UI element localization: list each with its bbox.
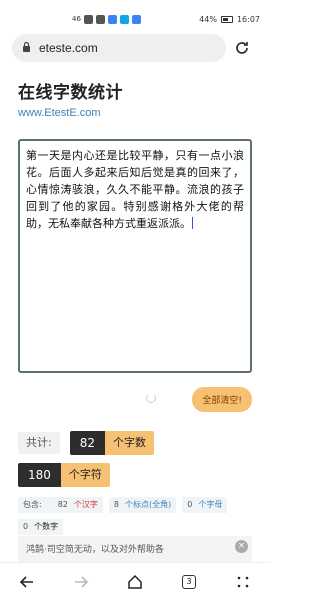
loading-spinner-icon <box>146 393 156 403</box>
letter-count: 0 <box>187 500 193 509</box>
punct-label: 个标点(全角) <box>124 500 172 509</box>
app-notification-icon-3 <box>131 14 141 24</box>
site-link[interactable]: www.EtestE.com <box>18 107 252 119</box>
status-right: 44% 16:07 <box>199 15 260 24</box>
home-button[interactable] <box>121 568 149 596</box>
network-type: 46 <box>72 15 81 23</box>
punct-count: 8 <box>113 500 119 509</box>
reload-icon <box>236 42 248 54</box>
menu-dots-icon <box>237 576 249 587</box>
editor-text: 第一天是内心还是比较平静，只有一点小浪花。后面人多起来后知后觉是真的回来了，心情… <box>26 149 244 230</box>
letter-label: 个字母 <box>198 500 223 509</box>
reload-button[interactable] <box>226 40 258 56</box>
home-icon <box>128 574 142 589</box>
action-row: 全部清空! <box>18 381 252 417</box>
battery-icon <box>220 15 233 23</box>
signal-icon <box>83 14 93 24</box>
char-count-unit: 个字符 <box>60 463 110 487</box>
app-notification-icon-2 <box>119 14 129 24</box>
status-icons: 46 <box>72 14 141 24</box>
tab-count: 3 <box>182 574 196 589</box>
ad-banner[interactable]: 鸿鹄·司空简无动，以及对外帮助各 × <box>18 536 252 562</box>
word-count-unit: 个字数 <box>105 431 154 455</box>
signal-icon-2 <box>95 14 105 24</box>
close-icon[interactable]: × <box>235 540 248 553</box>
letter-chip: 0 个字母 <box>182 497 228 513</box>
menu-button[interactable] <box>229 568 257 596</box>
digit-label: 个数字 <box>34 522 59 531</box>
total-label: 共计: <box>18 432 60 454</box>
page-title: 在线字数统计 <box>18 83 123 103</box>
digit-chip: 0 个数字 <box>18 519 64 535</box>
char-count-row: 180 个字符 <box>18 463 252 487</box>
forward-button[interactable] <box>67 568 95 596</box>
tabs-button[interactable]: 3 <box>175 568 203 596</box>
hanzi-count: 82 <box>57 500 68 509</box>
browser-bottom-nav: 3 <box>0 562 270 600</box>
back-button[interactable] <box>13 568 41 596</box>
char-count-value: 180 <box>18 463 61 487</box>
battery-percent: 44% <box>199 14 217 24</box>
ad-text: 鸿鹄·司空简无动，以及对外帮助各 <box>26 545 164 555</box>
hanzi-chip: 包含: 82 个汉字 <box>18 497 103 513</box>
clear-all-button[interactable]: 全部清空! <box>192 386 252 412</box>
include-label: 包含: <box>23 500 42 509</box>
hanzi-label: 个汉字 <box>73 500 98 509</box>
arrow-left-icon <box>19 575 33 588</box>
arrow-right-icon <box>75 575 89 588</box>
breakdown-chips: 包含: 82 个汉字 8 个标点(全角) 0 个字母 0 个数字 <box>18 497 252 535</box>
clock: 16:07 <box>236 14 260 24</box>
address-bar[interactable]: eteste.com <box>12 34 226 62</box>
text-caret <box>192 217 193 229</box>
digit-count: 0 <box>23 522 29 531</box>
word-count-value: 82 <box>69 431 105 455</box>
punct-chip: 8 个标点(全角) <box>108 497 177 513</box>
lock-icon <box>22 41 31 55</box>
page-content: 在线字数统计 www.EtestE.com 第一天是内心还是比较平静，只有一点小… <box>0 78 270 535</box>
url-text: eteste.com <box>39 41 98 55</box>
text-input-area[interactable]: 第一天是内心还是比较平静，只有一点小浪花。后面人多起来后知后觉是真的回来了，心情… <box>18 139 252 373</box>
word-count-row: 共计: 82 个字数 <box>18 431 252 455</box>
status-bar: 46 44% 16:07 <box>0 0 270 38</box>
app-notification-icon <box>107 14 117 24</box>
